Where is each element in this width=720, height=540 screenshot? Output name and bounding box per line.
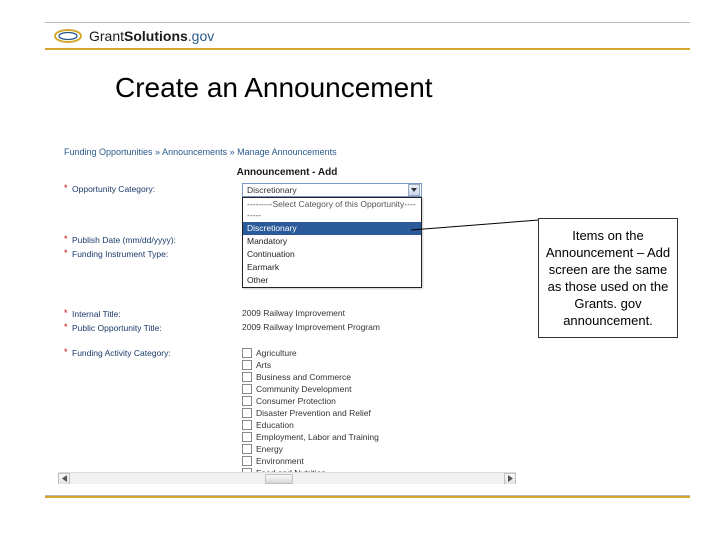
scroll-right-icon[interactable] [504, 473, 516, 485]
checkbox-row[interactable]: Arts [242, 359, 510, 371]
scrollbar-track[interactable] [70, 473, 504, 485]
row-public-title: * Public Opportunity Title: 2009 Railway… [58, 321, 516, 335]
footer-divider [45, 495, 690, 498]
checkbox-icon[interactable] [242, 348, 252, 358]
required-star-icon: * [64, 308, 72, 318]
required-star-icon: * [64, 248, 72, 258]
row-internal-title: * Internal Title: 2009 Railway Improveme… [58, 307, 516, 321]
scroll-left-icon[interactable] [58, 473, 70, 485]
page-title: Create an Announcement [115, 72, 433, 104]
label-internal-title: Internal Title: [72, 308, 242, 320]
checkbox-row[interactable]: Community Development [242, 383, 510, 395]
checkbox-label: Education [256, 419, 294, 431]
horizontal-scrollbar[interactable] [58, 472, 516, 484]
value-internal-title: 2009 Railway Improvement [242, 308, 510, 318]
value-public-title: 2009 Railway Improvement Program [242, 322, 510, 332]
row-funding-activity: * Funding Activity Category: Agriculture… [58, 335, 516, 484]
checkbox-icon[interactable] [242, 432, 252, 442]
checkbox-list-funding-activity: Agriculture Arts Business and Commerce C… [242, 347, 510, 484]
chevron-down-icon[interactable] [408, 184, 420, 196]
label-funding-instrument: Funding Instrument Type: [72, 248, 242, 260]
checkbox-row[interactable]: Agriculture [242, 347, 510, 359]
checkbox-icon[interactable] [242, 444, 252, 454]
required-star-icon: * [64, 322, 72, 332]
brand-part2: Solutions [124, 28, 188, 44]
callout-box: Items on the Announcement – Add screen a… [538, 218, 678, 338]
label-funding-activity: Funding Activity Category: [72, 347, 242, 359]
dropdown-list-opportunity-category[interactable]: ---------Select Category of this Opportu… [242, 197, 422, 288]
checkbox-icon[interactable] [242, 384, 252, 394]
checkbox-row[interactable]: Energy [242, 443, 510, 455]
label-opportunity-category: Opportunity Category: [72, 183, 242, 195]
dropdown-option[interactable]: Continuation [243, 248, 421, 261]
checkbox-row[interactable]: Education [242, 419, 510, 431]
checkbox-icon[interactable] [242, 420, 252, 430]
checkbox-label: Environment [256, 455, 304, 467]
checkbox-icon[interactable] [242, 396, 252, 406]
checkbox-label: Energy [256, 443, 283, 455]
checkbox-row[interactable]: Employment, Labor and Training [242, 431, 510, 443]
dropdown-option[interactable]: Earmark [243, 261, 421, 274]
callout-text: Items on the Announcement – Add screen a… [546, 228, 670, 328]
checkbox-row[interactable]: Business and Commerce [242, 371, 510, 383]
brand-part1: Grant [89, 28, 124, 44]
brand-text: GrantSolutions.gov [89, 28, 214, 44]
checkbox-label: Employment, Labor and Training [256, 431, 379, 443]
scrollbar-thumb[interactable] [265, 474, 293, 484]
brand-swoosh-icon [53, 27, 83, 45]
checkbox-icon[interactable] [242, 408, 252, 418]
dropdown-option[interactable]: ---------Select Category of this Opportu… [243, 198, 421, 222]
form-section-header: Announcement - Add [58, 165, 516, 182]
app-screenshot: Funding Opportunities » Announcements » … [58, 144, 516, 484]
label-publish-date: Publish Date (mm/dd/yyyy): [72, 234, 242, 246]
dropdown-option[interactable]: Mandatory [243, 235, 421, 248]
checkbox-label: Business and Commerce [256, 371, 351, 383]
checkbox-row[interactable]: Environment [242, 455, 510, 467]
dropdown-option[interactable]: Other [243, 274, 421, 287]
checkbox-label: Disaster Prevention and Relief [256, 407, 371, 419]
checkbox-label: Community Development [256, 383, 351, 395]
checkbox-label: Agriculture [256, 347, 297, 359]
required-star-icon: * [64, 347, 72, 357]
label-public-title: Public Opportunity Title: [72, 322, 242, 334]
required-star-icon: * [64, 183, 72, 193]
checkbox-label: Consumer Protection [256, 395, 336, 407]
checkbox-row[interactable]: Disaster Prevention and Relief [242, 407, 510, 419]
brand-header: GrantSolutions.gov [45, 22, 690, 50]
dropdown-opportunity-category[interactable]: Discretionary [242, 183, 422, 197]
checkbox-icon[interactable] [242, 456, 252, 466]
checkbox-icon[interactable] [242, 360, 252, 370]
checkbox-icon[interactable] [242, 372, 252, 382]
checkbox-label: Arts [256, 359, 271, 371]
required-star-icon: * [64, 234, 72, 244]
dropdown-selected-value: Discretionary [247, 185, 297, 195]
checkbox-row[interactable]: Consumer Protection [242, 395, 510, 407]
dropdown-option[interactable]: Discretionary [243, 222, 421, 235]
breadcrumb: Funding Opportunities » Announcements » … [58, 144, 516, 165]
brand-part3: .gov [188, 28, 214, 44]
